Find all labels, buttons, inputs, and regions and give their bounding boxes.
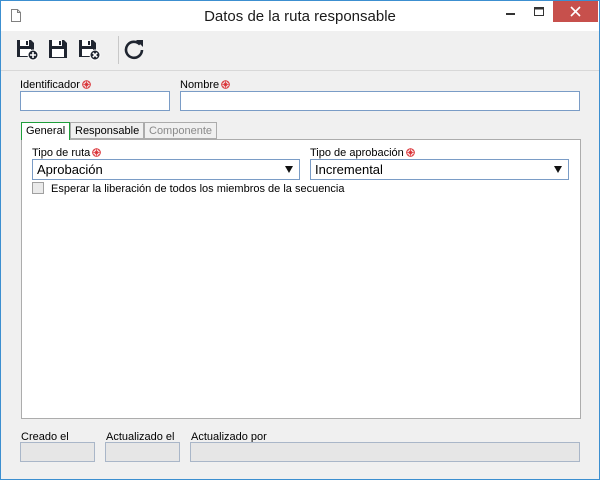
tab-componente: Componente — [144, 122, 217, 139]
save-close-button[interactable] — [77, 37, 101, 61]
title-bar[interactable]: Datos de la ruta responsable — [1, 1, 599, 31]
refresh-icon — [124, 40, 144, 60]
tab-general-label: General — [26, 125, 66, 137]
actualizado-field — [105, 442, 180, 462]
tab-componente-label: Componente — [149, 125, 212, 137]
tipo-aprobacion-label-text: Tipo de aprobación — [310, 147, 404, 159]
tipo-ruta-value: Aprobación — [37, 162, 103, 177]
tab-panel-general — [21, 139, 581, 419]
identificador-label: Identificador — [20, 79, 91, 91]
tipo-aprobacion-label: Tipo de aprobación — [310, 147, 415, 159]
save-new-button[interactable] — [15, 37, 39, 61]
required-icon — [405, 148, 415, 157]
maximize-icon — [534, 7, 544, 16]
refresh-button[interactable] — [122, 37, 146, 61]
save-icon — [49, 40, 67, 58]
tab-responsable-label: Responsable — [75, 125, 140, 137]
minimize-icon — [506, 13, 515, 15]
tipo-ruta-label: Tipo de ruta — [32, 147, 102, 159]
nombre-label-text: Nombre — [180, 79, 220, 91]
save-close-icon — [79, 40, 101, 61]
close-button[interactable] — [553, 1, 598, 22]
actualizado-por-field — [190, 442, 580, 462]
toolbar-separator — [118, 36, 119, 64]
maximize-button[interactable] — [525, 1, 552, 22]
save-button[interactable] — [46, 37, 70, 61]
required-icon — [92, 148, 102, 157]
toolbar — [1, 31, 599, 71]
tipo-ruta-label-text: Tipo de ruta — [32, 147, 91, 159]
identificador-input[interactable] — [20, 91, 170, 111]
required-icon — [82, 80, 91, 89]
tab-responsable[interactable]: Responsable — [70, 122, 145, 139]
creado-field — [20, 442, 95, 462]
minimize-button[interactable] — [497, 1, 524, 22]
dropdown-arrow-icon — [285, 166, 293, 173]
esperar-checkbox[interactable] — [32, 182, 44, 194]
dialog-window: Datos de la ruta responsable Identificad… — [0, 0, 600, 480]
tab-general[interactable]: General — [21, 122, 71, 140]
nombre-input[interactable] — [180, 91, 580, 111]
tipo-aprobacion-select[interactable]: Incremental — [310, 159, 569, 180]
required-icon — [221, 80, 230, 89]
nombre-label: Nombre — [180, 79, 230, 91]
tipo-ruta-select[interactable]: Aprobación — [32, 159, 300, 180]
tipo-aprobacion-value: Incremental — [315, 162, 383, 177]
identificador-label-text: Identificador — [20, 79, 80, 91]
close-icon — [570, 6, 581, 17]
dropdown-arrow-icon — [554, 166, 562, 173]
save-new-icon — [17, 40, 39, 61]
esperar-checkbox-label[interactable]: Esperar la liberación de todos los miemb… — [51, 183, 345, 195]
